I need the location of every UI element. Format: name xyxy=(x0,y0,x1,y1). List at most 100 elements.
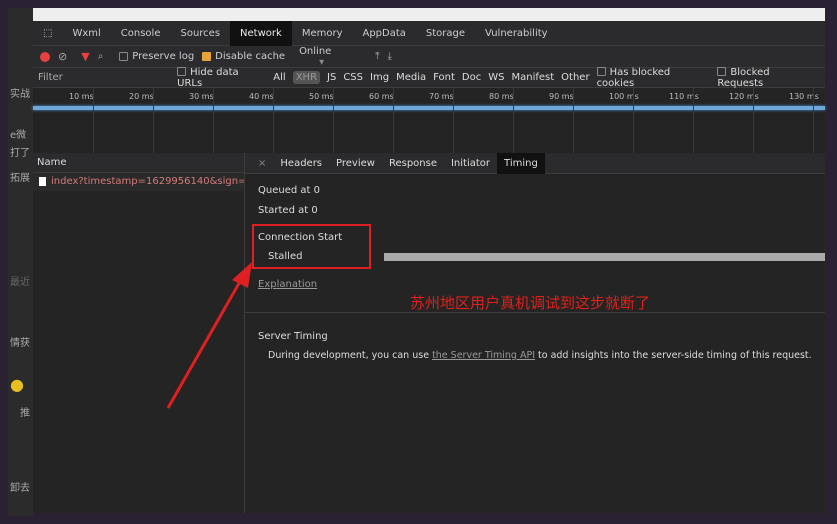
tab-network[interactable]: Network xyxy=(230,20,292,46)
ruler-tick: 60 ms xyxy=(369,92,394,101)
background-page-strip: 实战 e微 打了 拓展 最近 情获 ● 推 卸去 xyxy=(8,8,33,516)
server-text-after: to add insights into the server-side tim… xyxy=(535,350,812,361)
ruler-tick: 30 ms xyxy=(189,92,214,101)
grid-line xyxy=(153,88,154,153)
tab-console[interactable]: Console xyxy=(111,21,171,46)
tab-timing[interactable]: Timing xyxy=(497,152,545,174)
bg-text: e微 xyxy=(10,130,27,141)
server-text-before: During development, you can use xyxy=(268,350,433,361)
started-at: Started at 0 xyxy=(258,205,318,216)
ruler-tick: 10 ms xyxy=(69,92,94,101)
detail-tabs: × Headers Preview Response Initiator Tim… xyxy=(245,152,825,174)
type-manifest[interactable]: Manifest xyxy=(511,72,554,83)
grid-line xyxy=(753,88,754,153)
emoji-icon: ● xyxy=(10,375,24,394)
grid-line xyxy=(93,88,94,153)
server-timing-api-link[interactable]: the Server Timing API xyxy=(432,350,535,361)
tab-initiator[interactable]: Initiator xyxy=(444,153,497,174)
tab-memory[interactable]: Memory xyxy=(292,21,353,46)
tab-storage[interactable]: Storage xyxy=(416,21,475,46)
request-name: index?timestamp=1629956140&sign=2fc... xyxy=(51,176,244,187)
explanation-link[interactable]: Explanation xyxy=(258,279,317,290)
close-icon[interactable]: × xyxy=(251,153,273,174)
type-other[interactable]: Other xyxy=(561,72,589,83)
type-img[interactable]: Img xyxy=(370,72,389,83)
timeline-request-bar xyxy=(33,106,825,110)
type-css[interactable]: CSS xyxy=(343,72,363,83)
preserve-log-checkbox[interactable]: Preserve log xyxy=(119,51,194,62)
ruler-tick: 40 ms xyxy=(249,92,274,101)
ruler-tick: 120 ms xyxy=(729,92,759,101)
type-media[interactable]: Media xyxy=(396,72,426,83)
grid-line xyxy=(333,88,334,153)
grid-line xyxy=(513,88,514,153)
preserve-log-label: Preserve log xyxy=(132,51,195,62)
request-details: × Headers Preview Response Initiator Tim… xyxy=(245,152,825,513)
grid-line xyxy=(573,88,574,153)
queued-at: Queued at 0 xyxy=(258,185,320,196)
name-column-header[interactable]: Name xyxy=(33,153,244,173)
bg-text: 打了 xyxy=(10,148,30,159)
server-timing-text: During development, you can use the Serv… xyxy=(268,350,812,361)
request-row[interactable]: index?timestamp=1629956140&sign=2fc... xyxy=(33,173,244,191)
throttle-value: Online xyxy=(299,45,332,57)
inspect-icon[interactable]: ⬚ xyxy=(33,21,62,46)
type-doc[interactable]: Doc xyxy=(462,72,481,83)
filter-icon[interactable]: ▼ xyxy=(81,50,89,63)
disable-cache-label: Disable cache xyxy=(215,51,286,62)
bg-text: 情获 xyxy=(10,338,30,349)
type-font[interactable]: Font xyxy=(433,72,455,83)
throttle-select[interactable]: Online ▾ xyxy=(299,46,359,68)
type-js[interactable]: JS xyxy=(327,72,336,83)
ruler-tick: 50 ms xyxy=(309,92,334,101)
filter-bar: Filter Hide data URLs All XHR JS CSS Img… xyxy=(33,66,825,89)
ruler-tick: 130 ms xyxy=(789,92,819,101)
filter-input[interactable]: Filter xyxy=(38,72,177,83)
type-xhr[interactable]: XHR xyxy=(292,71,321,84)
clear-icon[interactable]: ⊘ xyxy=(58,50,67,63)
bg-text: 实战 xyxy=(10,89,30,100)
annotation-text: 苏州地区用户真机调试到这步就断了 xyxy=(410,294,651,312)
server-timing-heading: Server Timing xyxy=(258,331,328,342)
export-har-icon[interactable]: ⤓ xyxy=(387,51,391,62)
has-blocked-cookies-checkbox[interactable]: Has blocked cookies xyxy=(596,66,711,89)
tab-vulnerability[interactable]: Vulnerability xyxy=(475,21,558,46)
document-icon xyxy=(39,176,46,186)
bg-text: 最近 xyxy=(10,277,30,288)
chevron-down-icon: ▾ xyxy=(319,56,325,68)
disable-cache-checkbox[interactable]: Disable cache xyxy=(202,51,285,62)
ruler-tick: 100 ms xyxy=(609,92,639,101)
grid-line xyxy=(453,88,454,153)
record-icon[interactable] xyxy=(40,51,50,62)
ruler-tick: 110 ms xyxy=(669,92,699,101)
hide-data-urls-checkbox[interactable]: Hide data URLs xyxy=(177,67,266,89)
tab-sources[interactable]: Sources xyxy=(170,21,230,46)
grid-line xyxy=(633,88,634,153)
grid-line xyxy=(813,88,814,153)
blocked-requests-checkbox[interactable]: Blocked Requests xyxy=(717,67,818,89)
ruler-tick: 20 ms xyxy=(129,92,154,101)
window-titlebar xyxy=(33,8,825,21)
tab-preview[interactable]: Preview xyxy=(329,153,382,174)
hide-data-urls-label: Hide data URLs xyxy=(177,66,239,89)
timeline-ruler: 10 ms 20 ms 30 ms 40 ms 50 ms 60 ms 70 ms 80 ms… xyxy=(33,88,825,105)
tab-response[interactable]: Response xyxy=(382,153,444,174)
annotation-arrow xyxy=(166,262,252,409)
type-ws[interactable]: WS xyxy=(488,72,504,83)
network-toolbar: ⊘ ▼ ⌕ Preserve log Disable cache Online … xyxy=(33,46,825,68)
devtools-tabs: ⬚ Wxml Console Sources Network Memory Ap… xyxy=(33,20,825,46)
search-icon[interactable]: ⌕ xyxy=(98,51,104,62)
grid-line xyxy=(213,88,214,153)
bg-text: 卸去 xyxy=(10,483,30,494)
tab-wxml[interactable]: Wxml xyxy=(62,21,110,46)
has-blocked-cookies-label: Has blocked cookies xyxy=(596,66,671,89)
tab-headers[interactable]: Headers xyxy=(273,153,329,174)
bg-text: 推 xyxy=(20,408,30,419)
import-har-icon[interactable]: ⤒ xyxy=(375,51,379,62)
timeline-overview[interactable] xyxy=(33,110,825,153)
grid-line xyxy=(393,88,394,153)
tab-appdata[interactable]: AppData xyxy=(352,21,415,46)
type-all[interactable]: All xyxy=(273,72,285,83)
bg-text: 拓展 xyxy=(10,173,30,184)
divider xyxy=(245,312,825,313)
